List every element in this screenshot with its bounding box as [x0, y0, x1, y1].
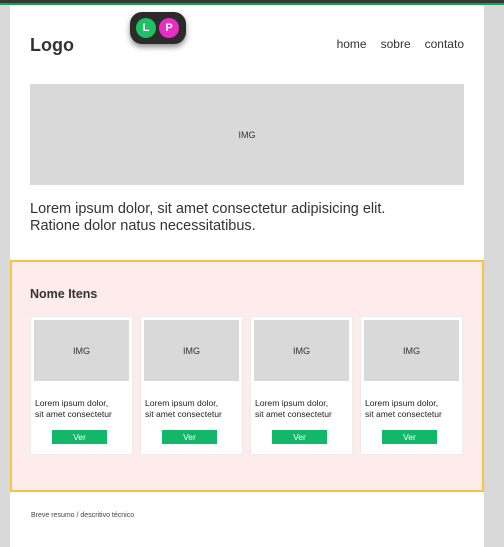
intro-line-2: Ratione dolor natus necessitatibus. [30, 218, 256, 234]
item-card-desc-line-1: Lorem ipsum dolor, [365, 398, 439, 408]
item-card-desc-line-1: Lorem ipsum dolor, [255, 398, 329, 408]
item-card: IMG Lorem ipsum dolor, sit amet consecte… [250, 316, 353, 455]
item-card: IMG Lorem ipsum dolor, sit amet consecte… [360, 316, 463, 455]
item-card-description: Lorem ipsum dolor, sit amet consectetur [255, 398, 352, 420]
intro-line-1: Lorem ipsum dolor, sit amet consectetur … [30, 201, 386, 217]
main-nav: home sobre contato [337, 37, 464, 51]
item-card-desc-line-2: sit amet consectetur [145, 409, 222, 419]
item-card-image: IMG [34, 320, 129, 381]
avatar-l[interactable]: L [136, 18, 156, 38]
hero-image-label: IMG [238, 129, 256, 140]
items-section-title: Nome Itens [30, 287, 98, 301]
item-card-image-label: IMG [293, 345, 310, 356]
item-card-list: IMG Lorem ipsum dolor, sit amet consecte… [30, 316, 463, 455]
item-card-image-label: IMG [73, 345, 90, 356]
avatar-p[interactable]: P [159, 18, 179, 38]
item-card-image: IMG [254, 320, 349, 381]
nav-link-contato[interactable]: contato [425, 37, 464, 51]
user-badges[interactable]: L P [130, 12, 186, 44]
item-card-desc-line-1: Lorem ipsum dolor, [145, 398, 219, 408]
item-card-description: Lorem ipsum dolor, sit amet consectetur [365, 398, 462, 420]
item-card-desc-line-2: sit amet consectetur [35, 409, 112, 419]
item-card: IMG Lorem ipsum dolor, sit amet consecte… [30, 316, 133, 455]
item-card-image-label: IMG [403, 345, 420, 356]
item-card-image: IMG [364, 320, 459, 381]
items-section: Nome Itens IMG Lorem ipsum dolor, sit am… [10, 260, 484, 492]
item-card-desc-line-2: sit amet consectetur [365, 409, 442, 419]
item-card-description: Lorem ipsum dolor, sit amet consectetur [145, 398, 242, 420]
item-card-view-button[interactable]: Ver [382, 430, 437, 444]
logo[interactable]: Logo [30, 35, 74, 56]
item-card-view-button[interactable]: Ver [162, 430, 217, 444]
intro-text: Lorem ipsum dolor, sit amet consectetur … [30, 201, 464, 235]
nav-link-home[interactable]: home [337, 37, 367, 51]
item-card-view-button[interactable]: Ver [272, 430, 327, 444]
item-card-view-button[interactable]: Ver [52, 430, 107, 444]
footer-summary: Breve resumo / descritivo técnico [31, 512, 135, 519]
item-card-image: IMG [144, 320, 239, 381]
hero-image-placeholder: IMG [30, 84, 464, 185]
item-card-description: Lorem ipsum dolor, sit amet consectetur [35, 398, 132, 420]
item-card-desc-line-1: Lorem ipsum dolor, [35, 398, 109, 408]
item-card: IMG Lorem ipsum dolor, sit amet consecte… [140, 316, 243, 455]
item-card-desc-line-2: sit amet consectetur [255, 409, 332, 419]
page-canvas: Logo L P home sobre contato IMG Lorem ip… [10, 5, 484, 547]
nav-link-sobre[interactable]: sobre [381, 37, 411, 51]
item-card-image-label: IMG [183, 345, 200, 356]
